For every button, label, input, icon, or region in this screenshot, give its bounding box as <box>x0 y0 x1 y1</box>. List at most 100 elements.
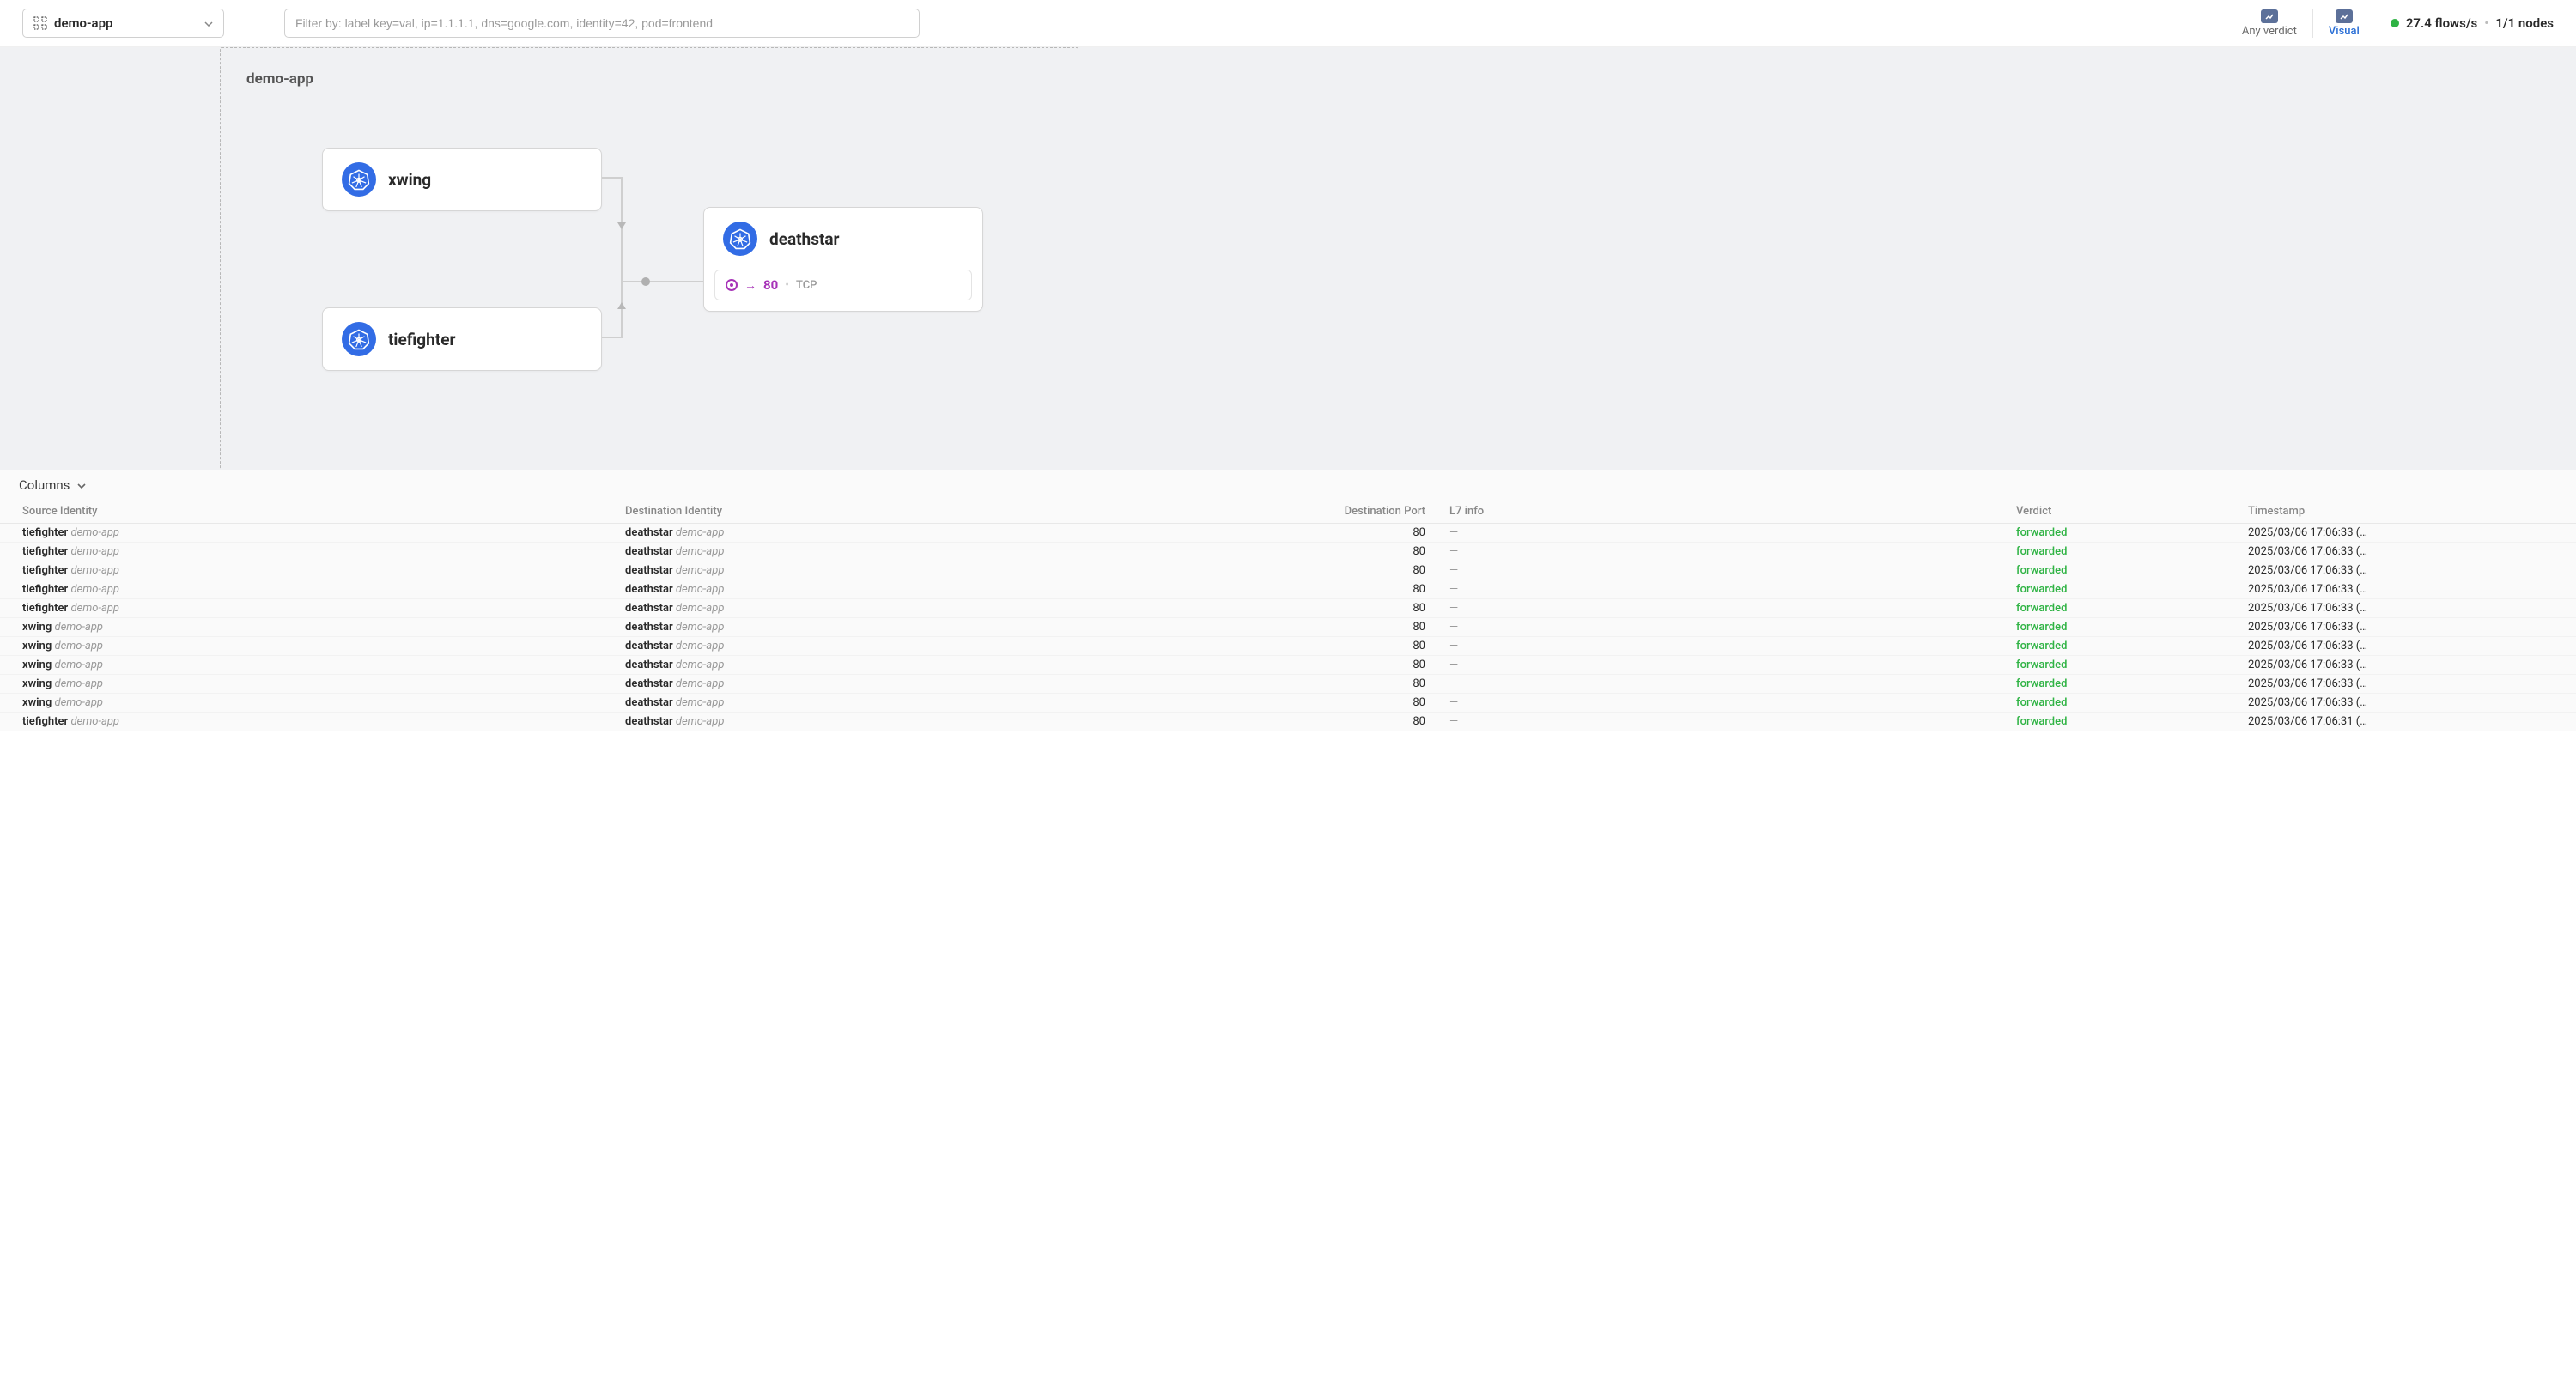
verdict: forwarded <box>2016 564 2067 577</box>
timestamp: 2025/03/06 17:06:33 (… <box>2241 561 2576 580</box>
canvas-namespace-title: demo-app <box>246 70 313 88</box>
timestamp: 2025/03/06 17:06:33 (… <box>2241 618 2576 637</box>
timestamp: 2025/03/06 17:06:33 (… <box>2241 580 2576 599</box>
table-row[interactable]: tiefighter demo-appdeathstar demo-app80—… <box>0 599 2576 618</box>
dst-identity: deathstar <box>625 696 673 709</box>
dst-identity: deathstar <box>625 564 673 577</box>
verdict-mode-label: Any verdict <box>2242 25 2297 38</box>
flows-table: Source Identity Destination Identity Des… <box>0 500 2576 731</box>
verdict: forwarded <box>2016 659 2067 671</box>
dst-namespace: demo-app <box>676 640 725 653</box>
verdict: forwarded <box>2016 715 2067 728</box>
col-l7[interactable]: L7 info <box>1443 500 2009 524</box>
timestamp: 2025/03/06 17:06:33 (… <box>2241 524 2576 543</box>
dst-identity: deathstar <box>625 715 673 728</box>
columns-label: Columns <box>19 477 70 493</box>
dst-port: 80 <box>1236 561 1443 580</box>
src-namespace: demo-app <box>54 640 103 653</box>
col-verdict[interactable]: Verdict <box>2009 500 2241 524</box>
timestamp: 2025/03/06 17:06:33 (… <box>2241 637 2576 656</box>
table-row[interactable]: xwing demo-appdeathstar demo-app80—forwa… <box>0 618 2576 637</box>
l7-info: — <box>1449 526 1458 539</box>
col-destination[interactable]: Destination Identity <box>618 500 1236 524</box>
dst-port: 80 <box>1236 580 1443 599</box>
port-number: 80 <box>763 277 778 293</box>
verdict: forwarded <box>2016 583 2067 596</box>
dst-port: 80 <box>1236 656 1443 675</box>
src-namespace: demo-app <box>54 659 103 671</box>
dst-identity: deathstar <box>625 602 673 615</box>
table-row[interactable]: tiefighter demo-appdeathstar demo-app80—… <box>0 561 2576 580</box>
table-row[interactable]: xwing demo-appdeathstar demo-app80—forwa… <box>0 637 2576 656</box>
dst-port: 80 <box>1236 637 1443 656</box>
table-row[interactable]: xwing demo-appdeathstar demo-app80—forwa… <box>0 675 2576 694</box>
dst-namespace: demo-app <box>676 659 725 671</box>
verdict: forwarded <box>2016 621 2067 634</box>
flows-header: Columns <box>0 470 2576 500</box>
table-row[interactable]: xwing demo-appdeathstar demo-app80—forwa… <box>0 656 2576 675</box>
src-namespace: demo-app <box>70 564 119 577</box>
timestamp: 2025/03/06 17:06:31 (… <box>2241 713 2576 731</box>
timestamp: 2025/03/06 17:06:33 (… <box>2241 543 2576 561</box>
verdict: forwarded <box>2016 696 2067 709</box>
dst-namespace: demo-app <box>676 621 725 634</box>
src-identity: tiefighter <box>22 583 68 596</box>
port-row[interactable]: → 80 • TCP <box>714 270 972 300</box>
src-namespace: demo-app <box>54 696 103 709</box>
src-namespace: demo-app <box>54 621 103 634</box>
node-title: deathstar <box>769 229 840 249</box>
col-source[interactable]: Source Identity <box>0 500 618 524</box>
table-row[interactable]: xwing demo-appdeathstar demo-app80—forwa… <box>0 694 2576 713</box>
l7-info: — <box>1449 545 1458 558</box>
l7-info: — <box>1449 677 1458 690</box>
src-identity: tiefighter <box>22 564 68 577</box>
port-protocol: TCP <box>796 279 817 292</box>
filter-input[interactable] <box>284 9 920 38</box>
timestamp: 2025/03/06 17:06:33 (… <box>2241 694 2576 713</box>
l7-info: — <box>1449 621 1458 634</box>
service-node-xwing[interactable]: xwing <box>322 148 602 211</box>
service-node-deathstar[interactable]: deathstar → 80 • TCP <box>703 207 983 312</box>
src-identity: tiefighter <box>22 602 68 615</box>
dst-namespace: demo-app <box>676 545 725 558</box>
table-row[interactable]: tiefighter demo-appdeathstar demo-app80—… <box>0 543 2576 561</box>
dst-namespace: demo-app <box>676 715 725 728</box>
visual-mode[interactable]: Visual <box>2313 9 2375 38</box>
table-row[interactable]: tiefighter demo-appdeathstar demo-app80—… <box>0 580 2576 599</box>
service-map-canvas[interactable]: demo-app xwing tiefighter <box>0 47 2576 470</box>
dst-port: 80 <box>1236 713 1443 731</box>
dst-identity: deathstar <box>625 640 673 653</box>
col-port[interactable]: Destination Port <box>1236 500 1443 524</box>
dst-port: 80 <box>1236 543 1443 561</box>
visual-mode-icon <box>2336 9 2353 23</box>
dst-identity: deathstar <box>625 583 673 596</box>
src-identity: xwing <box>22 677 52 690</box>
dst-port: 80 <box>1236 675 1443 694</box>
view-mode-group: Any verdict Visual <box>2227 9 2375 38</box>
columns-button[interactable]: Columns <box>19 477 87 493</box>
timestamp: 2025/03/06 17:06:33 (… <box>2241 675 2576 694</box>
nodes-count: 1/1 nodes <box>2495 15 2554 31</box>
l7-info: — <box>1449 564 1458 577</box>
dst-identity: deathstar <box>625 545 673 558</box>
verdict-mode[interactable]: Any verdict <box>2227 9 2312 38</box>
dst-port: 80 <box>1236 694 1443 713</box>
l7-info: — <box>1449 640 1458 653</box>
src-namespace: demo-app <box>70 545 119 558</box>
col-timestamp[interactable]: Timestamp <box>2241 500 2576 524</box>
table-row[interactable]: tiefighter demo-appdeathstar demo-app80—… <box>0 524 2576 543</box>
service-node-tiefighter[interactable]: tiefighter <box>322 307 602 371</box>
visual-mode-label: Visual <box>2329 25 2360 38</box>
toolbar-right: Any verdict Visual 27.4 flows/s • 1/1 no… <box>2227 9 2554 38</box>
dot-separator: • <box>785 278 789 292</box>
dst-namespace: demo-app <box>676 696 725 709</box>
table-row[interactable]: tiefighter demo-appdeathstar demo-app80—… <box>0 713 2576 731</box>
timestamp: 2025/03/06 17:06:33 (… <box>2241 656 2576 675</box>
dst-namespace: demo-app <box>676 564 725 577</box>
status: 27.4 flows/s • 1/1 nodes <box>2391 15 2554 31</box>
src-namespace: demo-app <box>54 677 103 690</box>
l7-info: — <box>1449 696 1458 709</box>
kubernetes-icon <box>342 162 376 197</box>
kubernetes-icon <box>342 322 376 356</box>
namespace-selector[interactable]: demo-app <box>22 9 224 38</box>
